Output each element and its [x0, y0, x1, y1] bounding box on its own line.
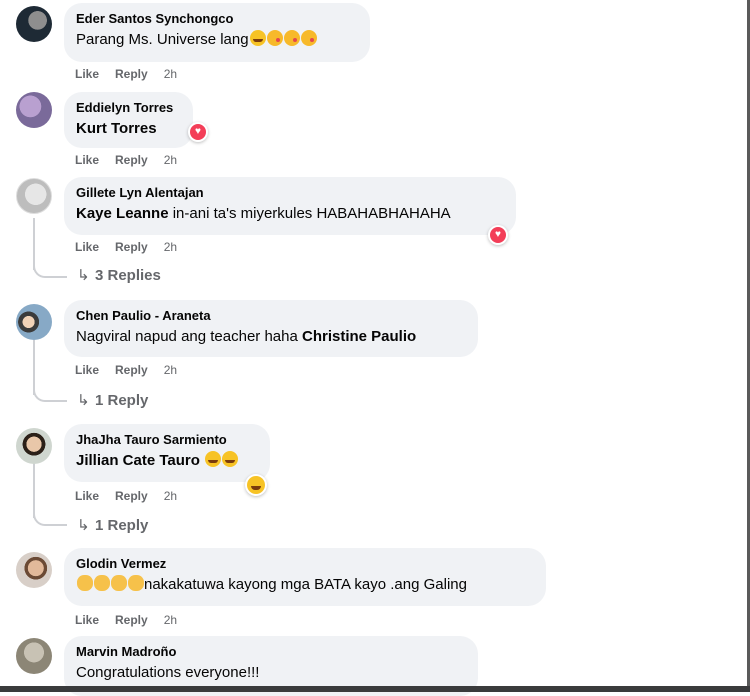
avatar[interactable] — [16, 92, 52, 128]
comment-author[interactable]: Glodin Vermez — [76, 556, 534, 572]
grin-sweat-emoji-icon — [205, 451, 222, 467]
like-button[interactable]: Like — [75, 613, 99, 627]
kiss-emoji-icon — [283, 30, 300, 46]
comment-actions: Like Reply 2h — [75, 362, 177, 378]
like-button[interactable]: Like — [75, 153, 99, 167]
timestamp[interactable]: 2h — [164, 240, 177, 254]
comment-actions: Like Reply 2h — [75, 612, 177, 628]
comment-bubble: Gillete Lyn Alentajan Kaye Leanne in-ani… — [64, 177, 516, 235]
comment-author[interactable]: Marvin Madroño — [76, 644, 466, 660]
like-button[interactable]: Like — [75, 363, 99, 377]
reply-button[interactable]: Reply — [115, 153, 148, 167]
avatar[interactable] — [16, 552, 52, 588]
timestamp[interactable]: 2h — [164, 67, 177, 81]
reaction-badge[interactable] — [245, 474, 267, 496]
comment: JhaJha Tauro Sarmiento Jillian Cate Taur… — [0, 422, 740, 546]
reply-button[interactable]: Reply — [115, 489, 148, 503]
mention-link[interactable]: Christine Paulio — [302, 328, 416, 345]
comment-actions: Like Reply 2h — [75, 488, 177, 504]
avatar[interactable] — [16, 6, 52, 42]
reply-button[interactable]: Reply — [115, 613, 148, 627]
timestamp[interactable]: 2h — [164, 363, 177, 377]
comment-text: nakakatuwa kayong mga BATA kayo .ang Gal… — [76, 575, 534, 595]
comment-body: Nagviral napud ang teacher haha — [76, 328, 302, 345]
mention-link[interactable]: Kurt Torres — [76, 120, 157, 137]
comment-text: Kurt Torres — [76, 119, 181, 139]
mention-link[interactable]: Kaye Leanne — [76, 205, 169, 222]
view-replies-link[interactable]: ↳ 3 Replies — [77, 266, 161, 286]
view-replies-link[interactable]: ↳ 1 Reply — [77, 516, 148, 536]
mention-link[interactable]: Jillian Cate Tauro — [76, 452, 200, 469]
clap-emoji-icon — [128, 575, 144, 591]
reply-button[interactable]: Reply — [115, 363, 148, 377]
reply-button[interactable]: Reply — [115, 240, 148, 254]
view-replies-link[interactable]: ↳ 1 Reply — [77, 391, 148, 411]
avatar[interactable] — [16, 304, 52, 340]
comment: Eder Santos Synchongco Parang Ms. Univer… — [0, 0, 740, 90]
comment: Eddielyn Torres Kurt Torres ♥ Like Reply 2… — [0, 90, 740, 176]
avatar[interactable] — [16, 638, 52, 674]
like-button[interactable]: Like — [75, 240, 99, 254]
avatar[interactable] — [16, 178, 52, 214]
comment-actions: Like Reply 2h — [75, 239, 177, 255]
comment-text: Congratulations everyone!!! — [76, 664, 260, 681]
timestamp[interactable]: 2h — [164, 153, 177, 167]
reply-button[interactable]: Reply — [115, 67, 148, 81]
heart-icon: ♥ — [190, 124, 206, 140]
reply-arrow-icon: ↳ — [77, 392, 90, 409]
heart-icon: ♥ — [490, 227, 506, 243]
comment-bubble: JhaJha Tauro Sarmiento Jillian Cate Taur… — [64, 424, 270, 482]
comment-bubble: Chen Paulio - Araneta Nagviral napud ang… — [64, 300, 478, 357]
comment: Marvin Madroño Congratulations everyone!… — [0, 634, 740, 696]
comment-text: Jillian Cate Tauro — [76, 451, 258, 471]
clap-emoji-icon — [111, 575, 127, 591]
comment-author[interactable]: JhaJha Tauro Sarmiento — [76, 432, 258, 448]
reply-arrow-icon: ↳ — [77, 517, 90, 534]
comment: Chen Paulio - Araneta Nagviral napud ang… — [0, 298, 740, 422]
like-button[interactable]: Like — [75, 489, 99, 503]
laugh-cry-emoji-icon — [222, 451, 239, 467]
comment-author[interactable]: Eddielyn Torres — [76, 100, 181, 116]
comment-body: in-ani ta's miyerkules HABAHABHAHAHA — [168, 205, 451, 222]
replies-count: 1 Reply — [95, 517, 149, 534]
comment-author[interactable]: Eder Santos Synchongco — [76, 11, 358, 27]
comment-text: Nagviral napud ang teacher haha Christin… — [76, 327, 466, 347]
comment-text: Kaye Leanne in-ani ta's miyerkules HABAH… — [76, 204, 504, 224]
timestamp[interactable]: 2h — [164, 489, 177, 503]
comment-body: nakakatuwa kayong mga BATA kayo .ang Gal… — [144, 576, 467, 593]
comment-body: Parang Ms. Universe lang — [76, 31, 249, 48]
replies-count: 3 Replies — [95, 267, 161, 284]
reaction-badge[interactable]: ♥ — [488, 225, 508, 245]
comment-author[interactable]: Chen Paulio - Araneta — [76, 308, 466, 324]
like-button[interactable]: Like — [75, 67, 99, 81]
clap-emoji-icon — [77, 575, 93, 591]
comment-text: Parang Ms. Universe lang — [76, 30, 358, 50]
reaction-badge[interactable]: ♥ — [188, 122, 208, 142]
comment-actions: Like Reply 2h — [75, 66, 177, 82]
kiss-emoji-icon — [266, 30, 283, 46]
kiss-emoji-icon — [300, 30, 317, 46]
reply-arrow-icon: ↳ — [77, 267, 90, 284]
replies-count: 1 Reply — [95, 392, 149, 409]
haha-icon — [247, 476, 265, 494]
comment-bubble: Eddielyn Torres Kurt Torres — [64, 92, 193, 148]
comment: Gillete Lyn Alentajan Kaye Leanne in-ani… — [0, 176, 740, 296]
comment-bubble: Glodin Vermez nakakatuwa kayong mga BATA… — [64, 548, 546, 606]
laugh-cry-emoji-icon — [249, 30, 266, 46]
clap-emoji-icon — [94, 575, 110, 591]
timestamp[interactable]: 2h — [164, 613, 177, 627]
comment-actions: Like Reply 2h — [75, 152, 177, 168]
bottom-bar — [0, 686, 750, 692]
comment-author[interactable]: Gillete Lyn Alentajan — [76, 185, 504, 201]
comment: Glodin Vermez nakakatuwa kayong mga BATA… — [0, 546, 740, 632]
avatar[interactable] — [16, 428, 52, 464]
comment-bubble: Eder Santos Synchongco Parang Ms. Univer… — [64, 3, 370, 62]
